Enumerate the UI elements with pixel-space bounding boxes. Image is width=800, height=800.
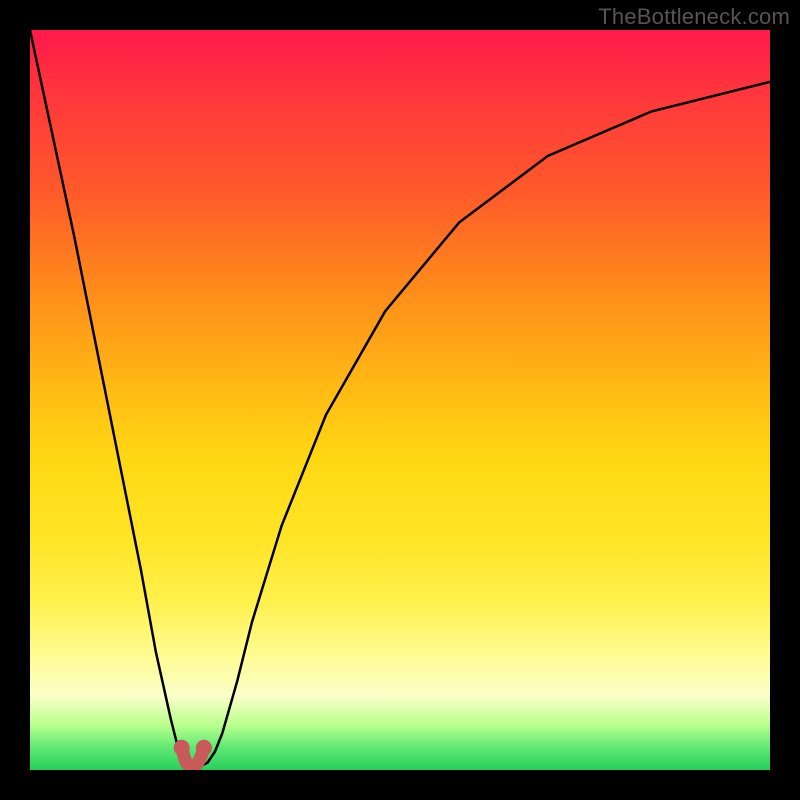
watermark-text: TheBottleneck.com [598, 4, 790, 30]
optimal-marker-endpoint [174, 740, 190, 756]
chart-frame: TheBottleneck.com [0, 0, 800, 800]
plot-area [30, 30, 770, 770]
optimal-marker-endpoint [196, 740, 212, 756]
bottleneck-curve-svg [30, 30, 770, 770]
bottleneck-curve-path [30, 30, 770, 766]
